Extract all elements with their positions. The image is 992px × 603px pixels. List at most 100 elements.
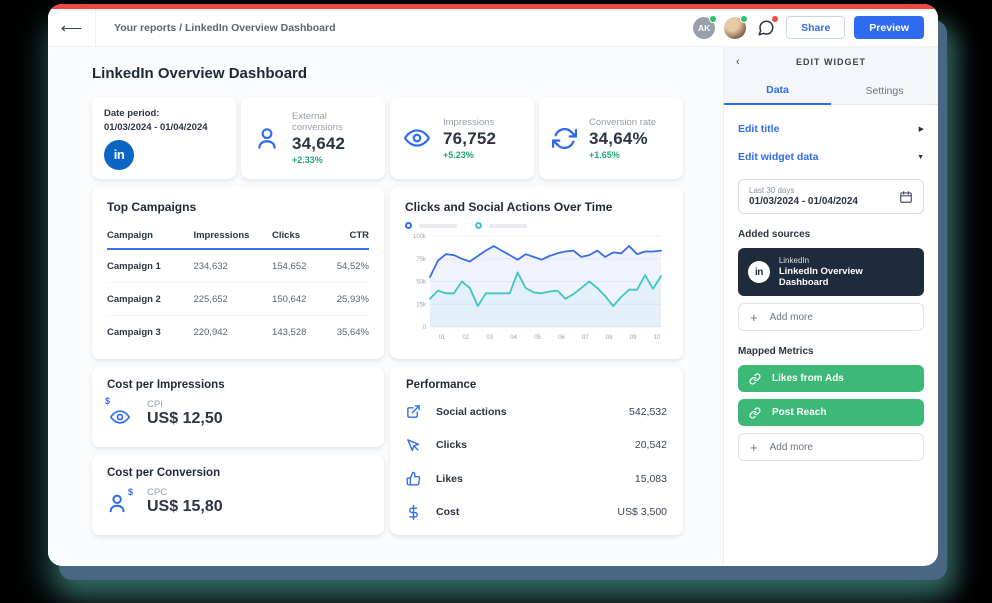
table-row: Campaign 1 234,632 154,652 54,52% [107, 249, 369, 283]
top-bar-actions: AK Share Preview [693, 9, 938, 46]
performance-label: Clicks [436, 439, 467, 451]
date-period-card[interactable]: Date period: 01/03/2024 - 01/04/2024 in [92, 97, 236, 179]
back-arrow-icon: ⟵ [61, 19, 83, 37]
add-metric-button[interactable]: + Add more [738, 433, 924, 461]
avatar[interactable] [724, 17, 746, 39]
notification-dot [771, 15, 779, 23]
campaign-name: Campaign 3 [107, 316, 193, 349]
comments-button[interactable] [755, 17, 777, 39]
performance-label: Likes [436, 473, 463, 485]
legend-item-clicks[interactable] [405, 222, 457, 229]
mapped-metrics-label: Mapped Metrics [738, 346, 924, 357]
cursor-icon [406, 438, 421, 453]
eye-dollar-icon: $ [107, 402, 133, 426]
cpi-title: Cost per Impressions [107, 379, 369, 391]
campaign-clicks: 150,642 [272, 283, 327, 316]
panel-back-button[interactable]: ‹ [736, 56, 740, 68]
stat-value: 34,642 [292, 134, 372, 154]
breadcrumb[interactable]: Your reports / LinkedIn Overview Dashboa… [96, 9, 693, 46]
tab-settings[interactable]: Settings [831, 77, 938, 104]
campaign-impressions: 234,632 [193, 249, 272, 283]
tab-data[interactable]: Data [724, 77, 831, 105]
source-name: LinkedIn Overview Dashboard [779, 266, 914, 288]
page-title: LinkedIn Overview Dashboard [92, 65, 683, 82]
edit-title-row[interactable]: Edit title ▶ [738, 123, 924, 135]
stat-card-conversion-rate[interactable]: Conversion rate 34,64% +1.65% [539, 97, 683, 179]
cpc-code: CPC [147, 487, 223, 498]
link-icon [749, 407, 761, 419]
cpi-value: US$ 12,50 [147, 410, 223, 428]
dollar-icon [406, 505, 421, 520]
svg-text:04: 04 [510, 335, 517, 341]
link-icon [749, 373, 761, 385]
chart-title: Clicks and Social Actions Over Time [405, 200, 668, 214]
add-source-button[interactable]: + Add more [738, 303, 924, 331]
edit-widget-data-row[interactable]: Edit widget data ▼ [738, 151, 924, 163]
thumbs-up-icon [406, 471, 421, 486]
legend-placeholder-bar [489, 224, 527, 228]
chevron-down-icon: ▼ [917, 154, 924, 161]
cpi-card[interactable]: Cost per Impressions $ CPI US$ 12,50 [92, 367, 384, 447]
performance-value: US$ 3,500 [617, 506, 667, 518]
legend-item-social-actions[interactable] [475, 222, 527, 229]
line-chart-card[interactable]: Clicks and Social Actions Over Time 025k… [390, 187, 683, 359]
time-series-chart: 025k50k75k100k01020304050607080910 [405, 231, 667, 343]
column-header: Campaign [107, 224, 193, 249]
stat-label: Impressions [443, 117, 496, 128]
campaigns-table: Campaign Impressions Clicks CTR Campaign… [107, 224, 369, 348]
campaign-name: Campaign 1 [107, 249, 193, 283]
legend-placeholder-bar [419, 224, 457, 228]
share-button[interactable]: Share [786, 16, 845, 39]
add-more-label: Add more [770, 442, 813, 453]
chevron-right-icon: ▶ [919, 125, 924, 133]
svg-text:06: 06 [558, 335, 565, 341]
avatar-initials: AK [698, 23, 710, 33]
performance-row: Social actions 542,532 [406, 395, 667, 429]
source-linkedin[interactable]: in LinkedIn LinkedIn Overview Dashboard [738, 248, 924, 296]
performance-label: Social actions [436, 406, 507, 418]
linkedin-icon: in [748, 261, 770, 283]
top-campaigns-card[interactable]: Top Campaigns Campaign Impressions Click… [92, 187, 384, 359]
svg-text:03: 03 [486, 335, 493, 341]
person-icon [254, 125, 280, 151]
chart-legend [405, 222, 668, 229]
svg-text:100k: 100k [413, 234, 427, 240]
performance-row: Clicks 20,542 [406, 429, 667, 463]
cpc-card[interactable]: Cost per Conversion $ CPC US$ 15,80 [92, 455, 384, 535]
column-header: Impressions [193, 224, 272, 249]
edit-title-link[interactable]: Edit title [738, 123, 779, 135]
dashboard-canvas: LinkedIn Overview Dashboard Date period:… [48, 47, 723, 565]
performance-label: Cost [436, 506, 459, 518]
panel-title: EDIT WIDGET [796, 57, 866, 67]
panel-header: ‹ EDIT WIDGET [724, 47, 938, 77]
svg-text:02: 02 [463, 335, 470, 341]
plus-icon: + [750, 440, 758, 455]
performance-row: Cost US$ 3,500 [406, 496, 667, 530]
metric-post-reach[interactable]: Post Reach [738, 399, 924, 426]
calendar-icon [899, 190, 913, 204]
edit-widget-data-link[interactable]: Edit widget data [738, 151, 819, 163]
campaign-impressions: 225,652 [193, 283, 272, 316]
performance-value: 542,532 [629, 406, 667, 418]
cpc-title: Cost per Conversion [107, 467, 369, 479]
stat-card-external-conversions[interactable]: External conversions 34,642 +2.33% [241, 97, 385, 179]
metric-likes-from-ads[interactable]: Likes from Ads [738, 365, 924, 392]
stat-card-impressions[interactable]: Impressions 76,752 +5.23% [390, 97, 534, 179]
svg-text:07: 07 [582, 335, 589, 341]
metric-label: Post Reach [772, 407, 826, 418]
back-button[interactable]: ⟵ [48, 9, 96, 46]
performance-value: 20,542 [635, 439, 667, 451]
campaign-ctr: 25,93% [327, 283, 369, 316]
date-range-picker[interactable]: Last 30 days 01/03/2024 - 01/04/2024 [738, 179, 924, 214]
legend-ring-blue-icon [405, 222, 412, 229]
stat-value: 76,752 [443, 129, 496, 149]
column-header: CTR [327, 224, 369, 249]
source-network: LinkedIn [779, 256, 914, 265]
online-dot [740, 15, 748, 23]
date-period-label: Date period: [104, 107, 224, 121]
campaign-clicks: 154,652 [272, 249, 327, 283]
preview-button[interactable]: Preview [854, 16, 924, 39]
svg-text:0: 0 [423, 325, 427, 331]
avatar[interactable]: AK [693, 17, 715, 39]
performance-card[interactable]: Performance Social actions 542,532 Click… [390, 367, 683, 535]
